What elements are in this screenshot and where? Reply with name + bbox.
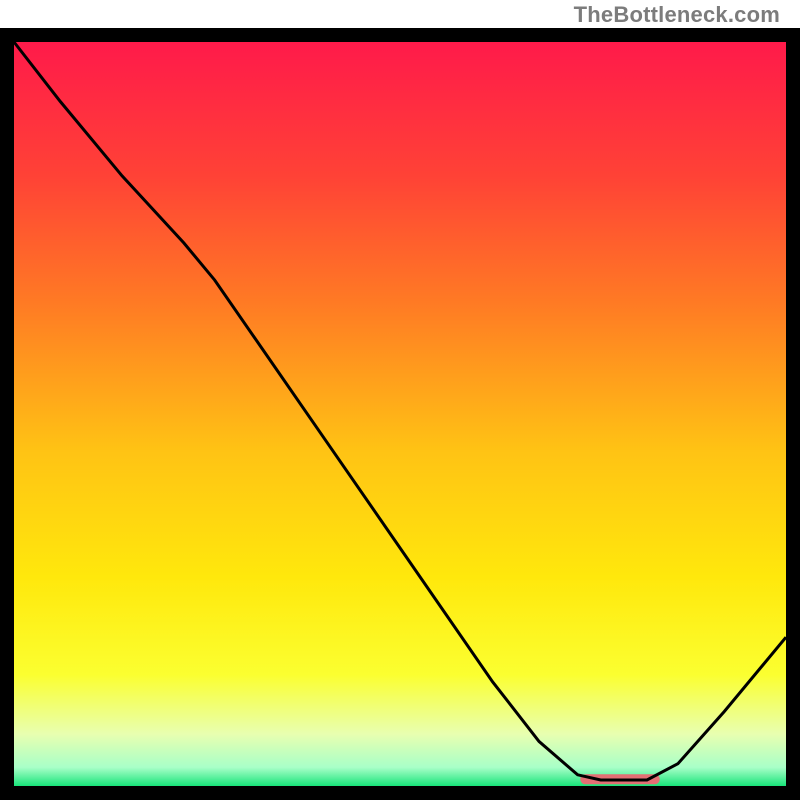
plot-background: [14, 42, 786, 786]
bottleneck-chart: [0, 0, 800, 800]
chart-container: { "watermark": "TheBottleneck.com", "cha…: [0, 0, 800, 800]
